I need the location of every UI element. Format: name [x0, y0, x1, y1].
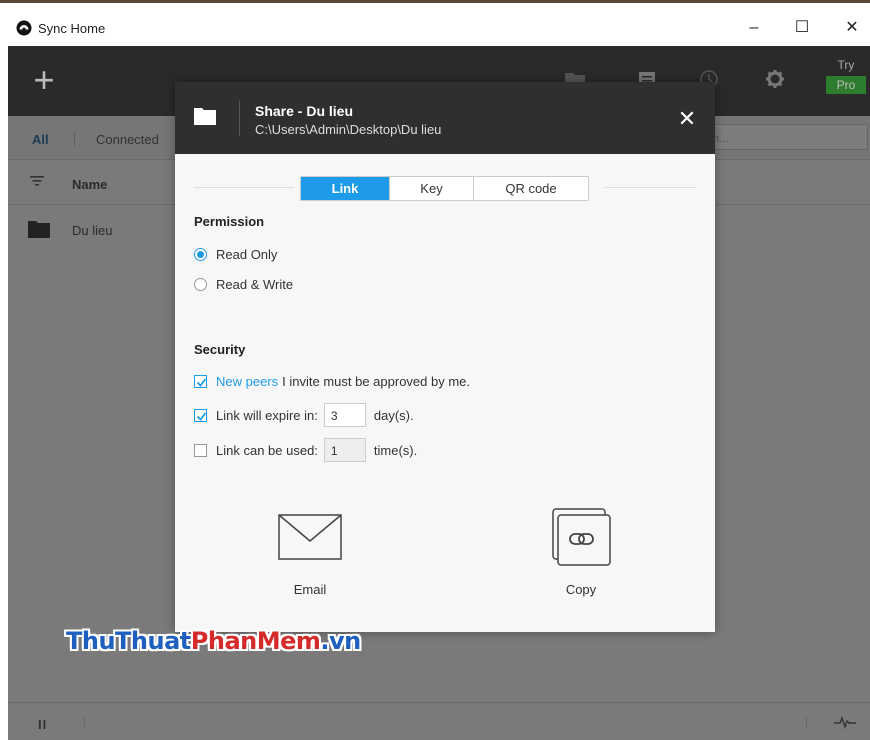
copy-link-icon	[552, 508, 611, 566]
copy-link-button[interactable]: Copy	[541, 507, 621, 597]
minimize-button[interactable]: –	[734, 14, 774, 42]
dialog-title: Share - Du lieu	[255, 103, 354, 119]
expire-unit: day(s).	[373, 407, 414, 423]
folder-icon	[28, 221, 50, 238]
sync-logo-icon	[16, 20, 32, 36]
window-titlebar: Sync Home – ☐ ✕	[0, 0, 870, 46]
search-input[interactable]: th...	[698, 124, 868, 150]
expire-checkbox-row[interactable]: Link will expire in: 3 day(s).	[194, 402, 414, 428]
try-pro-button[interactable]: Try Pro	[826, 58, 866, 94]
folder-name: Du lieu	[72, 223, 113, 238]
titlebar-top-line	[0, 0, 870, 3]
email-label: Email	[293, 582, 327, 597]
pause-icon[interactable]: II	[38, 717, 47, 732]
uses-unit: time(s).	[373, 442, 418, 458]
approve-peers-label: I invite must be approved by me.	[282, 373, 471, 389]
try-label: Try	[837, 58, 855, 72]
watermark-logo: ThuThuatPhanMem.vn	[66, 627, 361, 655]
radio-button[interactable]	[194, 277, 207, 291]
filter-divider	[74, 132, 75, 146]
new-peers-link[interactable]: New peers	[216, 374, 278, 389]
read-only-radio[interactable]: Read Only	[194, 245, 277, 263]
copy-label: Copy	[565, 582, 597, 597]
security-heading: Security	[194, 342, 246, 357]
share-tabs: Link Key QR code	[300, 176, 589, 201]
tab-link[interactable]: Link	[301, 177, 389, 200]
tab-qr-code[interactable]: QR code	[473, 177, 588, 200]
share-dialog: Share - Du lieu C:\Users\Admin\Desktop\D…	[175, 82, 715, 632]
name-column-header[interactable]: Name	[72, 177, 107, 192]
close-window-button[interactable]: ✕	[832, 14, 870, 42]
folder-path: C:\Users\Admin\Desktop\Du lieu	[255, 122, 442, 137]
status-bar: II	[8, 702, 870, 740]
uses-checkbox-row[interactable]: Link can be used: 1 time(s).	[194, 437, 417, 463]
tab-line-left	[194, 187, 294, 188]
close-dialog-button[interactable]: ✕	[675, 107, 699, 131]
expire-checkbox[interactable]	[194, 408, 207, 422]
tab-key[interactable]: Key	[389, 177, 473, 200]
maximize-button[interactable]: ☐	[782, 14, 822, 42]
filter-connected-tab[interactable]: Connected	[96, 132, 159, 147]
pro-badge: Pro	[826, 76, 866, 94]
uses-count-input[interactable]: 1	[323, 438, 366, 462]
window-title: Sync Home	[38, 21, 106, 36]
folder-icon	[194, 108, 216, 125]
add-folder-button[interactable]: +	[22, 58, 66, 102]
read-only-label: Read Only	[216, 246, 278, 262]
dialog-header: Share - Du lieu C:\Users\Admin\Desktop\D…	[175, 82, 715, 154]
permission-heading: Permission	[194, 214, 265, 229]
read-write-radio[interactable]: Read & Write	[194, 275, 293, 293]
sort-icon[interactable]	[30, 175, 44, 187]
status-divider	[806, 717, 807, 729]
filter-all-tab[interactable]: All	[32, 132, 49, 147]
header-divider	[239, 100, 240, 136]
expire-label: Link will expire in:	[216, 407, 318, 423]
activity-pulse-icon[interactable]	[834, 715, 856, 729]
expire-days-input[interactable]: 3	[323, 403, 366, 427]
status-divider	[84, 717, 85, 729]
tab-line-right	[605, 187, 696, 188]
approve-peers-checkbox-row[interactable]: New peers I invite must be approved by m…	[194, 372, 470, 390]
uses-label: Link can be used:	[216, 442, 318, 458]
email-icon	[278, 514, 342, 560]
read-write-label: Read & Write	[216, 276, 294, 292]
approve-peers-checkbox[interactable]	[194, 374, 207, 388]
settings-icon[interactable]	[760, 64, 790, 94]
uses-checkbox[interactable]	[194, 443, 207, 457]
radio-button-selected[interactable]	[194, 247, 207, 261]
email-share-button[interactable]: Email	[270, 507, 350, 597]
